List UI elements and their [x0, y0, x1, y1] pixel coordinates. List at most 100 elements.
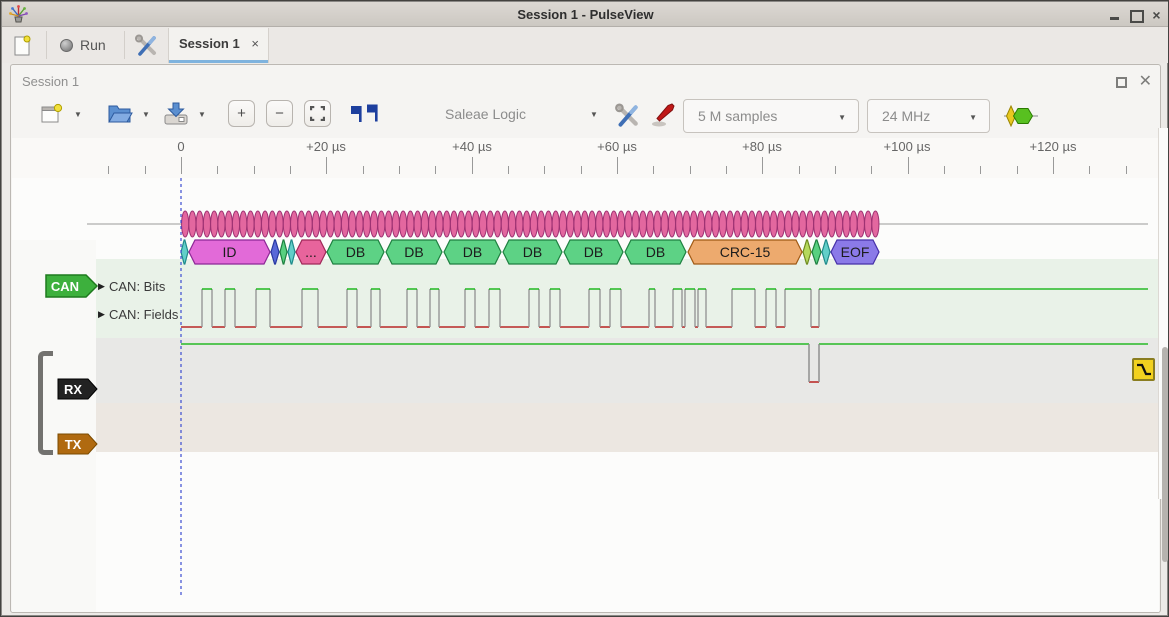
- minimize-button[interactable]: [1108, 9, 1121, 21]
- open-dropdown-caret[interactable]: ▼: [142, 110, 150, 119]
- ruler-time-label: 0: [177, 139, 184, 154]
- can-bit-annotation: [203, 211, 210, 237]
- can-bit-annotation: [625, 211, 632, 237]
- decoder-field-label: DB: [646, 244, 665, 260]
- open-file-icon[interactable]: [107, 102, 133, 125]
- run-button[interactable]: Run: [54, 30, 112, 60]
- can-bit-annotation: [523, 211, 530, 237]
- ruler-minor-tick: [435, 166, 436, 174]
- can-bit-annotation: [559, 211, 566, 237]
- zoom-fit-button[interactable]: [304, 100, 331, 127]
- can-bit-annotation: [494, 211, 501, 237]
- new-session-icon[interactable]: [39, 102, 63, 126]
- can-bit-annotation: [378, 211, 385, 237]
- sample-rate-caret: ▼: [969, 113, 977, 122]
- trigger-falling-edge-badge[interactable]: [1132, 358, 1155, 381]
- can-bit-annotation: [509, 211, 516, 237]
- tab-close-icon[interactable]: ×: [251, 28, 259, 60]
- save-icon[interactable]: [163, 101, 189, 126]
- can-bit-annotation: [821, 211, 828, 237]
- can-bit-annotation: [618, 211, 625, 237]
- device-select[interactable]: Saleae Logic: [445, 106, 526, 122]
- vertical-scrollbar-track[interactable]: [1158, 128, 1169, 499]
- ruler-time-label: +20 µs: [306, 139, 346, 154]
- can-bit-annotation: [872, 211, 879, 237]
- panel-undock-icon[interactable]: [1116, 77, 1127, 88]
- panel-close-icon[interactable]: ✕: [1139, 71, 1152, 91]
- can-bit-annotation: [218, 211, 225, 237]
- new-file-icon[interactable]: [12, 34, 32, 57]
- trace-view[interactable]: ID...DBDBDBDBDBDBCRC-15EOF CAN ▶ CAN: Bi…: [12, 178, 1159, 612]
- can-group-tag[interactable]: CAN: [45, 274, 98, 298]
- can-bit-annotation: [305, 211, 312, 237]
- can-fields-expander[interactable]: ▶: [98, 309, 105, 320]
- can-bit-annotation: [247, 211, 254, 237]
- zoom-in-button[interactable]: +: [228, 100, 255, 127]
- can-bit-annotation: [276, 211, 283, 237]
- zoom-out-button[interactable]: −: [266, 100, 293, 127]
- can-bit-annotation: [690, 211, 697, 237]
- can-bit-annotation: [298, 211, 305, 237]
- ruler-major-tick: [326, 157, 327, 174]
- can-bit-annotation: [588, 211, 595, 237]
- can-bit-annotation: [770, 211, 777, 237]
- ruler-minor-tick: [108, 166, 109, 174]
- add-decoder-icon[interactable]: [1004, 105, 1038, 127]
- can-bits-expander[interactable]: ▶: [98, 281, 105, 292]
- can-bit-annotation: [334, 211, 341, 237]
- save-dropdown-caret[interactable]: ▼: [198, 110, 206, 119]
- can-bit-annotation: [756, 211, 763, 237]
- rx-channel-tag[interactable]: RX: [57, 378, 98, 400]
- can-bit-annotation: [370, 211, 377, 237]
- rx-tag-label: RX: [64, 382, 82, 397]
- titlebar[interactable]: Session 1 - PulseView ×: [2, 2, 1169, 27]
- main-toolbar: Run Session 1 ×: [2, 27, 1169, 63]
- settings-tools-icon[interactable]: [134, 34, 158, 58]
- can-bit-annotation: [385, 211, 392, 237]
- can-bit-annotation: [799, 211, 806, 237]
- channel-group-bracket[interactable]: [38, 351, 53, 455]
- ruler-time-label: +80 µs: [742, 139, 782, 154]
- can-bits-annotations[interactable]: [182, 211, 879, 237]
- maximize-button[interactable]: [1129, 9, 1142, 21]
- ruler-minor-tick: [508, 166, 509, 174]
- can-bit-annotation: [458, 211, 465, 237]
- markers-zoom-icon[interactable]: [350, 104, 380, 125]
- can-bit-annotation: [545, 211, 552, 237]
- ruler-minor-tick: [1017, 166, 1018, 174]
- new-session-dropdown-caret[interactable]: ▼: [74, 110, 82, 119]
- device-config-icon[interactable]: [614, 103, 640, 129]
- decoder-field-label: DB: [346, 244, 365, 260]
- active-tab-indicator: [169, 60, 268, 63]
- ruler-minor-tick: [690, 166, 691, 174]
- channels-probe-icon[interactable]: [651, 102, 675, 129]
- can-bit-annotation: [400, 211, 407, 237]
- decoder-band: [96, 259, 1158, 338]
- can-bits-row-label: CAN: Bits: [109, 279, 165, 294]
- vertical-scrollbar-thumb[interactable]: [1162, 347, 1168, 562]
- can-bit-annotation: [865, 211, 872, 237]
- can-bit-annotation: [843, 211, 850, 237]
- can-bit-annotation: [792, 211, 799, 237]
- ruler-minor-tick: [799, 166, 800, 174]
- tx-channel-tag[interactable]: TX: [57, 433, 98, 455]
- can-bit-annotation: [596, 211, 603, 237]
- can-bit-annotation: [727, 211, 734, 237]
- ruler-minor-tick: [726, 166, 727, 174]
- sample-count-select[interactable]: 5 M samples ▼: [683, 99, 859, 133]
- can-bit-annotation: [850, 211, 857, 237]
- sample-rate-select[interactable]: 24 MHz ▼: [867, 99, 990, 133]
- time-ruler[interactable]: 0+20 µs+40 µs+60 µs+80 µs+100 µs+120 µs: [12, 138, 1159, 178]
- tab-label: Session 1: [179, 28, 240, 60]
- decoder-field-label: EOF: [841, 244, 870, 260]
- can-bit-annotation: [363, 211, 370, 237]
- can-bit-annotation: [785, 211, 792, 237]
- pulseview-window: Session 1 - PulseView × Run Session 1 ×: [0, 0, 1169, 617]
- tab-session-1[interactable]: Session 1 ×: [168, 28, 269, 63]
- window-title: Session 1 - PulseView: [2, 2, 1169, 27]
- tx-tag-label: TX: [65, 437, 82, 452]
- device-dropdown-caret[interactable]: ▼: [590, 110, 598, 119]
- can-bit-annotation: [356, 211, 363, 237]
- can-bit-annotation: [479, 211, 486, 237]
- close-button[interactable]: ×: [1150, 9, 1163, 21]
